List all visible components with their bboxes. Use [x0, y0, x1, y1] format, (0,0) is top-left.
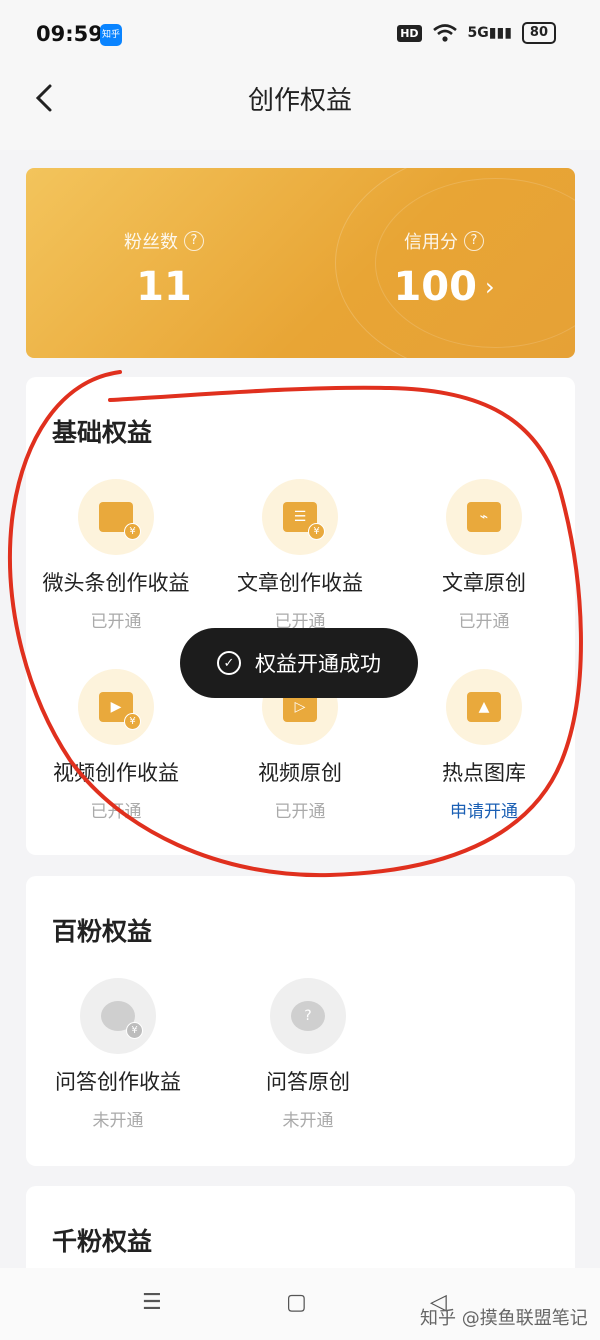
credit-stat[interactable]: 信用分? 100 ›: [344, 228, 544, 310]
help-icon[interactable]: ?: [464, 231, 484, 251]
rights-item-status: 未开通: [92, 1111, 144, 1131]
section-title: 百粉权益: [52, 917, 153, 946]
qa-income-icon: ¥: [101, 1001, 143, 1039]
rights-item-name: 视频创作收益: [53, 761, 179, 785]
home-icon[interactable]: ▢: [286, 1290, 307, 1315]
battery-icon: 80: [521, 22, 556, 44]
rights-item-status: 未开通: [282, 1111, 334, 1131]
qa-original-icon: ?: [291, 1001, 325, 1031]
video-income-icon: ▶ ¥: [99, 692, 141, 730]
status-bar: 09:59 知乎 HD 5G▮▮▮ 80: [0, 0, 600, 70]
rights-item-name: 问答创作收益: [55, 1070, 181, 1094]
apply-link[interactable]: 申请开通: [394, 797, 574, 822]
credit-label: 信用分: [404, 232, 458, 253]
rights-item-status: 已开通: [274, 802, 326, 822]
rights-item-status: 已开通: [90, 612, 142, 632]
wifi-icon: [432, 24, 457, 42]
check-circle-icon: ✓: [217, 651, 241, 675]
rights-item[interactable]: ⌁ 文章原创 已开通: [394, 479, 574, 632]
basic-rights-card: 基础权益 ¥ 微头条创作收益 已开通 ☰ ¥ 文章创作收益 已开通 ⌁ 文章原创 …: [26, 377, 575, 855]
menu-icon[interactable]: ☰: [142, 1290, 162, 1315]
status-icons: HD 5G▮▮▮ 80: [397, 22, 556, 44]
fans-value: 11: [136, 264, 192, 310]
rights-item-name: 文章原创: [442, 571, 526, 595]
toast-text: 权益开通成功: [255, 652, 381, 676]
rights-item-name: 问答原创: [266, 1070, 350, 1094]
rights-item[interactable]: ☰ ¥ 文章创作收益 已开通: [210, 479, 390, 632]
chevron-right-icon: ›: [484, 273, 495, 301]
hundred-fans-card: 百粉权益 ¥ 问答创作收益 未开通 ? 问答原创 未开通: [26, 876, 575, 1166]
stats-banner: 粉丝数? 11 信用分? 100 ›: [26, 168, 575, 358]
micro-headline-income-icon: ¥: [99, 502, 141, 540]
rights-item[interactable]: ▶ ¥ 视频创作收益 已开通: [26, 669, 206, 822]
article-income-icon: ☰ ¥: [283, 502, 325, 540]
section-title: 基础权益: [52, 418, 153, 447]
rights-item-name: 文章创作收益: [237, 571, 363, 595]
section-title: 千粉权益: [52, 1227, 153, 1256]
rights-item-name: 视频原创: [258, 761, 342, 785]
rights-item-name: 微头条创作收益: [42, 571, 190, 595]
signal-icon: 5G▮▮▮: [467, 25, 512, 41]
rights-item[interactable]: ¥ 微头条创作收益 已开通: [26, 479, 206, 632]
zhihu-app-icon: 知乎: [100, 24, 122, 46]
hd-icon: HD: [397, 24, 422, 42]
rights-item[interactable]: ▲ 热点图库 申请开通: [394, 669, 574, 822]
watermark: 知乎 @摸鱼联盟笔记: [420, 1308, 588, 1329]
rights-item-status: 已开通: [90, 802, 142, 822]
fans-stat: 粉丝数? 11: [64, 228, 264, 310]
article-original-icon: ⌁: [467, 502, 501, 532]
rights-item-name: 热点图库: [442, 761, 526, 785]
rights-item-status: 已开通: [458, 612, 510, 632]
hot-gallery-icon: ▲: [467, 692, 501, 722]
rights-item[interactable]: ? 问答原创 未开通: [218, 978, 398, 1131]
fans-label: 粉丝数: [124, 232, 178, 253]
status-time: 09:59: [36, 22, 103, 46]
page-title: 创作权益: [247, 86, 352, 116]
nav-bar: 创作权益: [0, 70, 600, 150]
success-toast: ✓ 权益开通成功: [180, 628, 418, 698]
rights-item[interactable]: ¥ 问答创作收益 未开通: [28, 978, 208, 1131]
help-icon[interactable]: ?: [184, 231, 204, 251]
credit-value: 100: [393, 264, 477, 310]
